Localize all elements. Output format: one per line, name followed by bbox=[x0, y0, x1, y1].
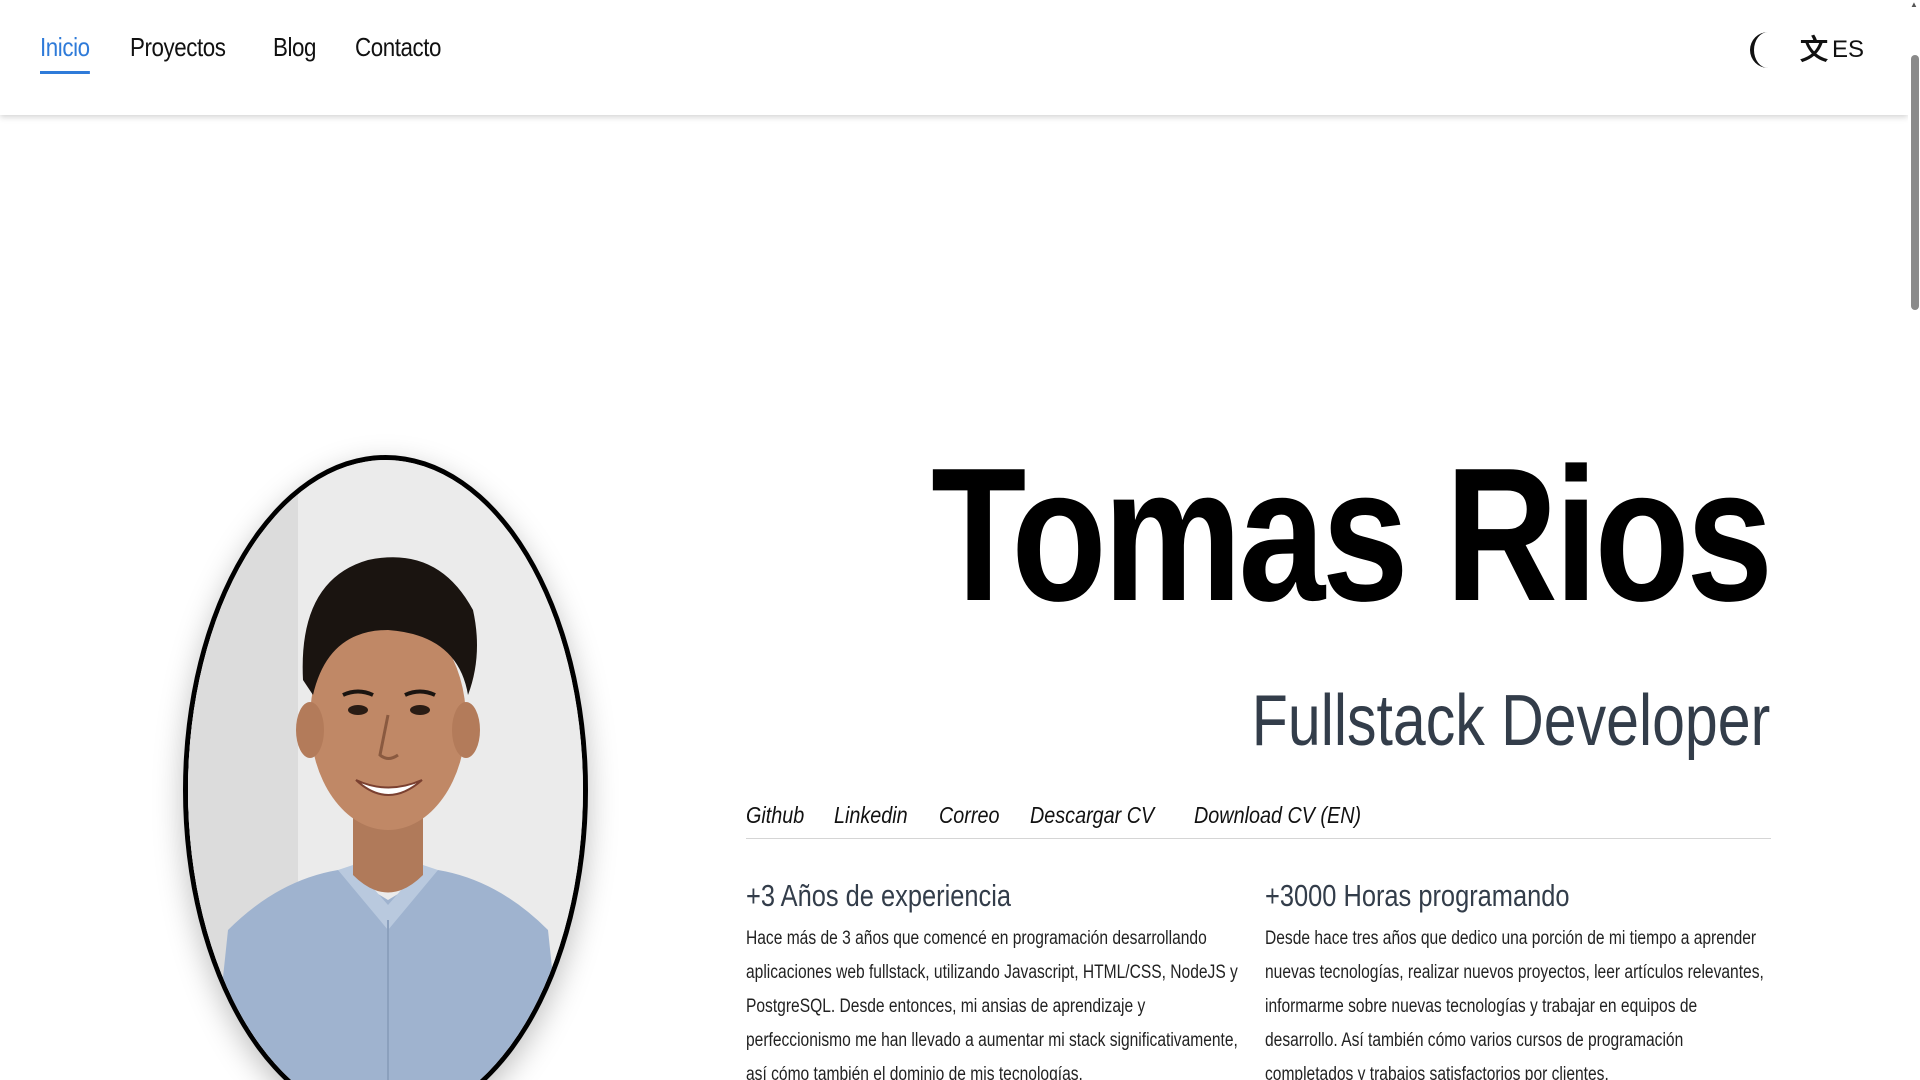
stat-hours: +3000 Horas programando Desde hace tres … bbox=[1265, 878, 1785, 1080]
social-links: Github Linkedin Correo Descargar CV Down… bbox=[746, 802, 1389, 829]
stat-description: Hace más de 3 años que comencé en progra… bbox=[746, 928, 1238, 1080]
moon-icon[interactable] bbox=[1748, 30, 1778, 70]
language-switch[interactable]: 文 ES bbox=[1800, 36, 1864, 64]
portfolio-page: Inicio Proyectos Blog Contacto 文 ES ▲ To… bbox=[0, 0, 1920, 1080]
language-label: ES bbox=[1831, 36, 1864, 63]
stat-title: +3 Años de experiencia bbox=[746, 878, 1011, 913]
nav-item-contacto[interactable]: Contacto bbox=[355, 32, 441, 74]
stat-title: +3000 Horas programando bbox=[1265, 878, 1570, 913]
top-navbar: Inicio Proyectos Blog Contacto 文 ES bbox=[0, 0, 1908, 115]
hero-name: Tomas Rios bbox=[931, 429, 1773, 641]
scroll-thumb[interactable] bbox=[1911, 55, 1919, 310]
translate-icon: 文 bbox=[1799, 33, 1828, 66]
nav-actions: 文 ES bbox=[1748, 30, 1864, 70]
hero-role: Fullstack Developer bbox=[1251, 681, 1770, 761]
divider bbox=[746, 838, 1771, 839]
download-cv-en-link[interactable]: Download CV (EN) bbox=[1194, 802, 1361, 829]
nav-item-inicio[interactable]: Inicio bbox=[40, 32, 90, 74]
nav-links: Inicio Proyectos Blog Contacto bbox=[40, 32, 455, 74]
nav-item-blog[interactable]: Blog bbox=[273, 32, 316, 74]
nav-item-proyectos[interactable]: Proyectos bbox=[130, 32, 226, 74]
page-scrollbar[interactable]: ▲ bbox=[1908, 0, 1920, 1080]
linkedin-link[interactable]: Linkedin bbox=[834, 802, 908, 829]
stat-description: Desde hace tres años que dedico una porc… bbox=[1265, 928, 1764, 1080]
email-link[interactable]: Correo bbox=[939, 802, 999, 829]
profile-photo-illustration bbox=[188, 460, 583, 1080]
download-cv-link[interactable]: Descargar CV bbox=[1030, 802, 1154, 829]
scroll-up-icon[interactable]: ▲ bbox=[1909, 0, 1919, 10]
stat-experience: +3 Años de experiencia Hace más de 3 año… bbox=[746, 878, 1266, 1080]
profile-photo bbox=[183, 455, 588, 1080]
github-link[interactable]: Github bbox=[746, 802, 804, 829]
